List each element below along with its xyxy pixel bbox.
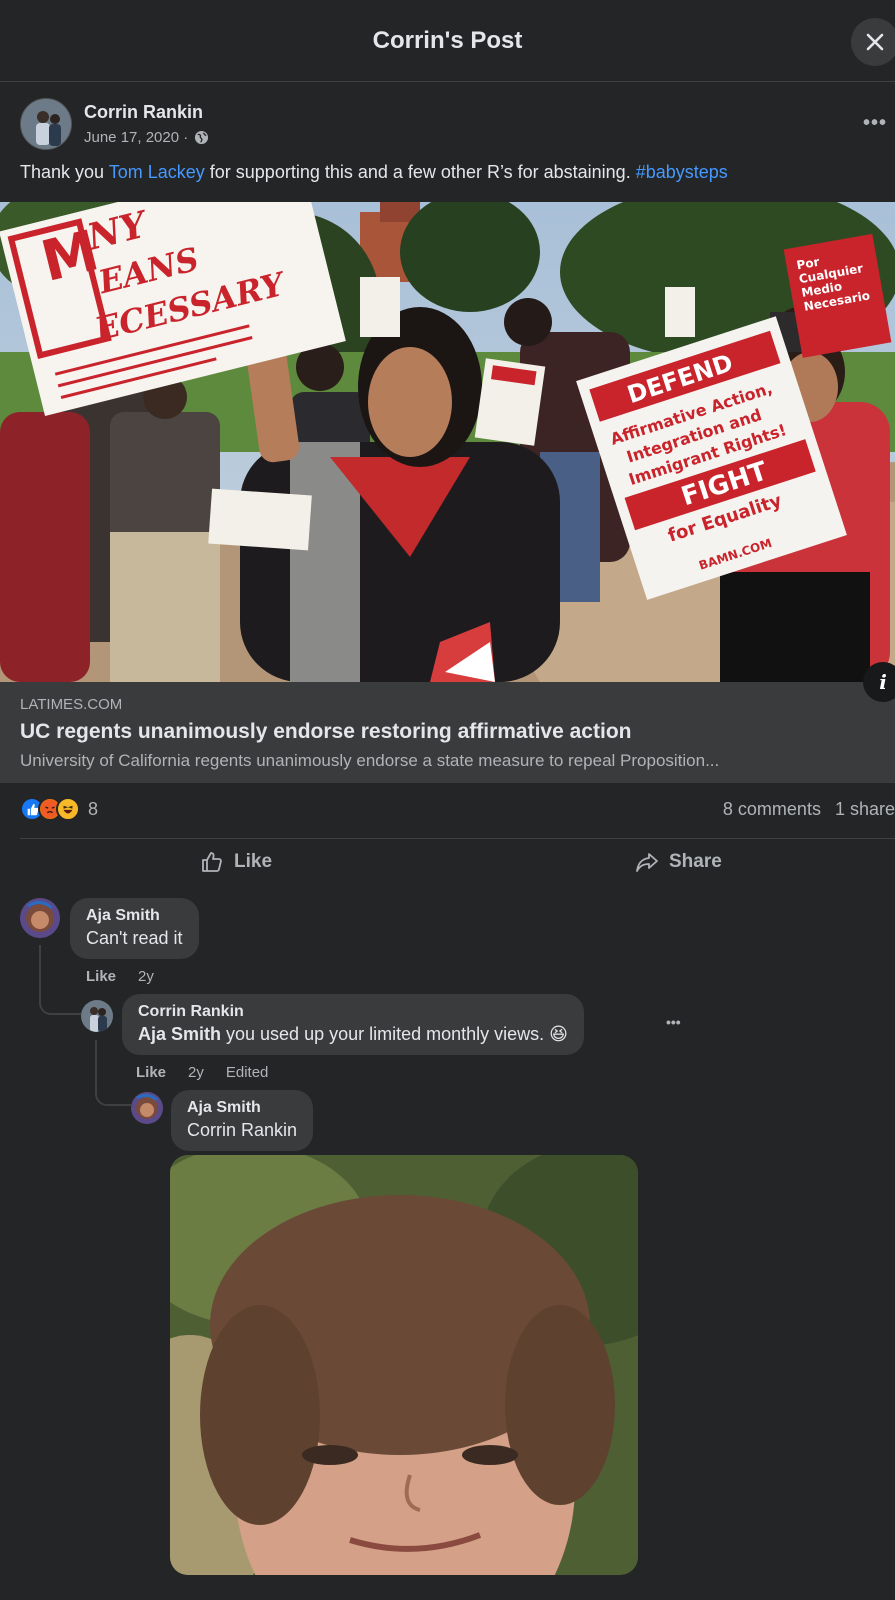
shares-count[interactable]: 1 share	[835, 799, 895, 819]
comment-text: Aja Smith you used up your limited month…	[138, 1024, 568, 1045]
post-text-part: Thank you	[20, 162, 109, 182]
info-icon[interactable]: i	[863, 662, 895, 702]
hashtag-link[interactable]: #babysteps	[636, 162, 728, 182]
comment-reply: Aja Smith Corrin Rankin	[131, 1090, 314, 1151]
commenter-name[interactable]: Corrin Rankin	[138, 1003, 568, 1021]
post-actions: Like Share	[0, 850, 895, 890]
engagement-counts: 8 comments 1 share	[709, 799, 895, 820]
comment-meta: Like 2y Edited	[136, 1064, 268, 1081]
author-name[interactable]: Corrin Rankin	[84, 102, 209, 123]
post-text-part: for supporting this and a few other R’s …	[204, 162, 636, 182]
comment-options-button[interactable]: •••	[666, 1014, 681, 1030]
author-avatar[interactable]	[20, 98, 72, 150]
like-button[interactable]: Like	[200, 850, 272, 874]
comment: Aja Smith Can't read it	[20, 898, 199, 959]
comment-bubble: Aja Smith Can't read it	[70, 898, 199, 959]
comment-like-button[interactable]: Like	[136, 1064, 166, 1081]
share-label: Share	[669, 851, 722, 872]
share-icon	[636, 853, 658, 872]
post-date[interactable]: June 17, 2020 ·	[84, 129, 188, 146]
comment-mention[interactable]: Aja Smith	[138, 1024, 221, 1044]
like-label: Like	[234, 851, 273, 872]
comment-text: Can't read it	[86, 928, 183, 948]
reactions-summary: 8 8 comments 1 share	[20, 797, 895, 821]
post-options-button[interactable]: •••	[863, 112, 887, 135]
link-domain: LATIMES.COM	[20, 696, 123, 713]
laughing-emoji-icon: 😆	[549, 1024, 568, 1044]
comment-mention[interactable]: Corrin Rankin	[187, 1120, 297, 1141]
close-icon	[866, 33, 884, 51]
edited-label[interactable]: Edited	[226, 1064, 269, 1081]
comment-reply: Corrin Rankin Aja Smith you used up your…	[81, 994, 584, 1055]
commenter-avatar[interactable]	[81, 1000, 113, 1032]
dialog-header: Corrin's Post	[0, 0, 895, 82]
comment-bubble: Aja Smith Corrin Rankin	[171, 1090, 314, 1151]
post-link-image[interactable]: M NY EANS ECESSARY DEFEND Affirmative Ac…	[0, 202, 895, 682]
comment-time[interactable]: 2y	[138, 968, 154, 985]
comment-bubble: Corrin Rankin Aja Smith you used up your…	[122, 994, 584, 1055]
commenter-name[interactable]: Aja Smith	[86, 907, 183, 925]
thumbs-up-icon	[202, 852, 222, 872]
dialog-title: Corrin's Post	[372, 26, 523, 54]
close-button[interactable]	[851, 18, 895, 66]
post-header: Corrin Rankin June 17, 2020 ·	[20, 98, 209, 150]
commenter-name[interactable]: Aja Smith	[187, 1099, 297, 1117]
globe-icon	[195, 130, 209, 145]
comment-gif[interactable]	[170, 1155, 638, 1575]
commenter-avatar[interactable]	[131, 1092, 163, 1124]
post-meta: June 17, 2020 ·	[84, 129, 209, 146]
post-text: Thank you Tom Lackey for supporting this…	[20, 162, 728, 183]
share-button[interactable]: Share	[635, 850, 722, 874]
reaction-count[interactable]: 8	[88, 799, 98, 820]
comment-meta: Like 2y	[86, 968, 176, 985]
reaction-icons[interactable]	[20, 797, 80, 821]
divider	[20, 838, 895, 839]
commenter-avatar[interactable]	[20, 898, 60, 938]
comments-count[interactable]: 8 comments	[723, 799, 821, 819]
comment-text-part: you used up your limited monthly views.	[221, 1024, 550, 1044]
comment-like-button[interactable]: Like	[86, 968, 116, 985]
link-description: University of California regents unanimo…	[20, 751, 720, 770]
mention-link[interactable]: Tom Lackey	[109, 162, 205, 182]
link-title[interactable]: UC regents unanimously endorse restoring…	[20, 720, 631, 744]
link-preview-card[interactable]: LATIMES.COM UC regents unanimously endor…	[0, 682, 895, 783]
comment-time[interactable]: 2y	[188, 1064, 204, 1081]
haha-reaction-icon	[56, 797, 80, 821]
